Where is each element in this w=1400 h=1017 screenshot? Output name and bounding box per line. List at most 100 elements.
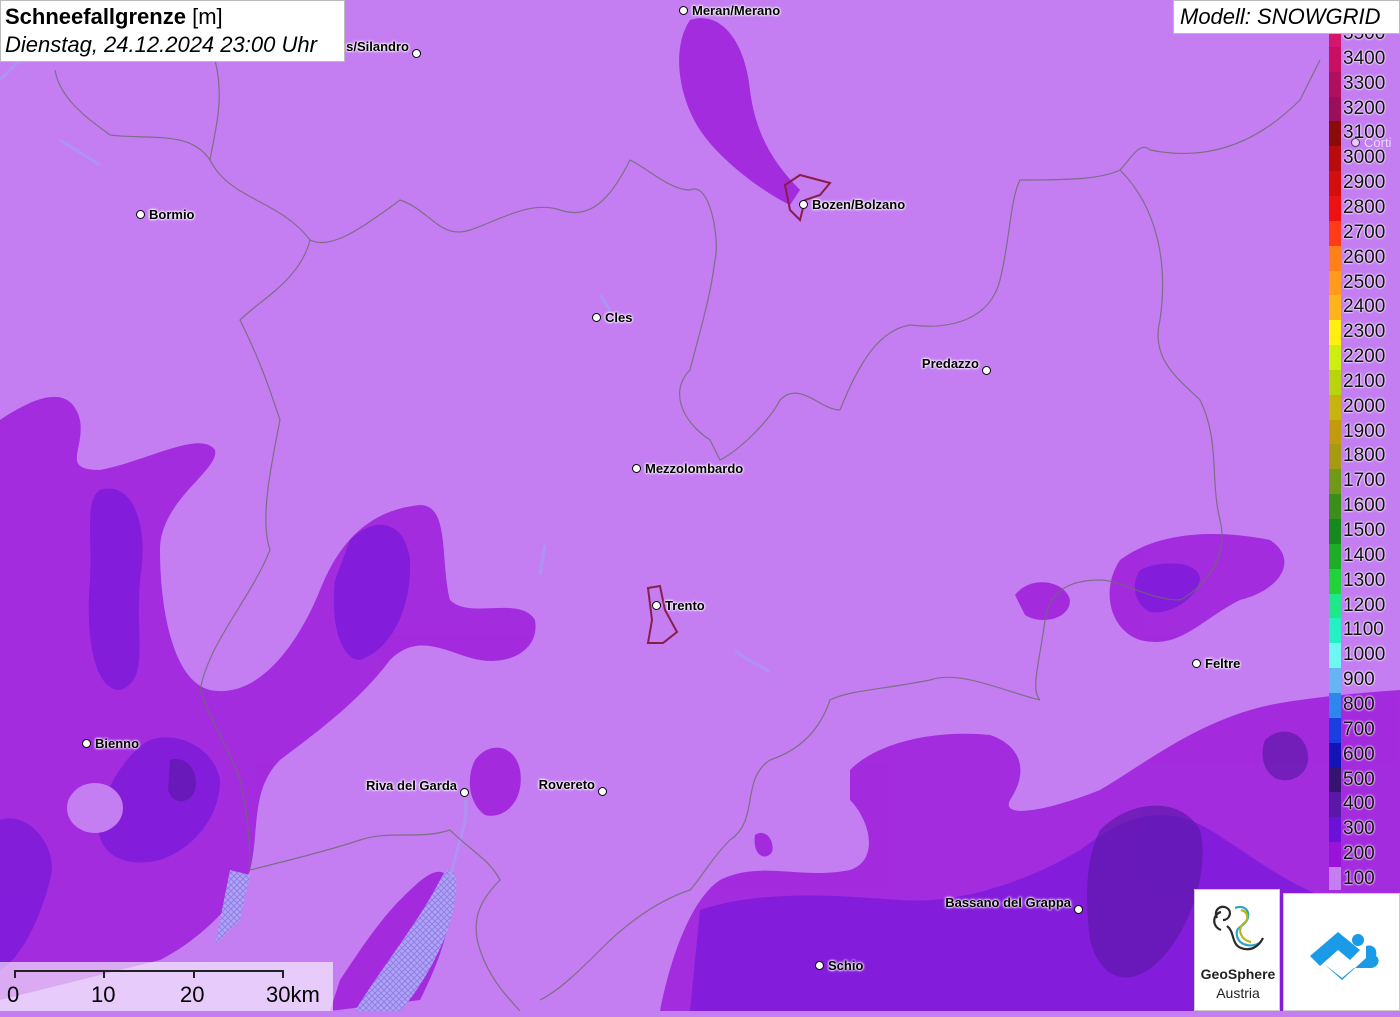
level-100-hole <box>67 783 123 833</box>
city-marker-dot[interactable] <box>799 200 808 209</box>
city-marker-dot[interactable] <box>1351 138 1360 147</box>
legend-swatch <box>1329 171 1341 197</box>
legend-swatch <box>1329 245 1341 271</box>
city-label[interactable]: Corti <box>1364 135 1391 150</box>
legend-swatch <box>1329 121 1341 147</box>
legend-swatch <box>1329 866 1341 890</box>
legend-swatch <box>1329 519 1341 544</box>
legend-label: 3500 <box>1343 34 1385 45</box>
legend-swatch <box>1329 568 1341 594</box>
legend-swatch <box>1329 394 1341 420</box>
city-marker-dot[interactable] <box>652 601 661 610</box>
legend-swatch <box>1329 668 1341 694</box>
legend-swatch <box>1329 146 1341 172</box>
legend-label: 2700 <box>1343 221 1386 243</box>
legend-item: 1900 <box>1329 419 1400 445</box>
legend-item: 2300 <box>1329 320 1400 346</box>
legend-item: 600 <box>1329 742 1400 768</box>
legend-swatch <box>1329 46 1341 72</box>
scale-tick <box>103 970 105 978</box>
legend-swatch <box>1329 494 1341 520</box>
city-label[interactable]: Meran/Merano <box>692 3 780 18</box>
city-label[interactable]: Schio <box>828 958 863 973</box>
city-label[interactable]: Trento <box>665 598 705 613</box>
city-label[interactable]: Riva del Garda <box>366 778 457 793</box>
legend-label: 3000 <box>1343 147 1386 169</box>
legend-item: 700 <box>1329 717 1400 743</box>
city-marker-dot[interactable] <box>815 961 824 970</box>
legend-swatch <box>1329 618 1341 644</box>
legend-swatch <box>1329 593 1341 619</box>
legend-label: 1100 <box>1343 619 1384 641</box>
city-label[interactable]: Feltre <box>1205 656 1240 671</box>
city-label[interactable]: Mezzolombardo <box>645 461 743 476</box>
scale-label-0: 0 <box>7 982 20 1007</box>
city-label[interactable]: s/Silandro <box>346 39 409 54</box>
city-label[interactable]: Bassano del Grappa <box>945 895 1071 910</box>
legend-label: 2100 <box>1343 370 1386 392</box>
legend-label: 800 <box>1343 693 1375 715</box>
snowfall-map[interactable] <box>0 0 1400 1011</box>
legend-label: 300 <box>1343 818 1375 840</box>
legend-item: 2100 <box>1329 369 1400 395</box>
legend-item: 3000 <box>1329 146 1400 172</box>
city-marker-dot[interactable] <box>460 788 469 797</box>
city-label[interactable]: Rovereto <box>539 777 595 792</box>
city-label[interactable]: Bormio <box>149 207 195 222</box>
legend-label: 1400 <box>1343 544 1386 566</box>
legend-label: 2500 <box>1343 271 1386 293</box>
scale-tick <box>14 970 16 978</box>
geosphere-logo[interactable]: GeoSphere Austria <box>1194 889 1280 1011</box>
scale-line <box>14 970 284 972</box>
legend-label: 3300 <box>1343 72 1386 94</box>
legend-swatch <box>1329 817 1341 843</box>
legend-swatch <box>1329 792 1341 818</box>
legend-swatch <box>1329 543 1341 569</box>
legend-label: 500 <box>1343 768 1375 790</box>
legend-item: 1600 <box>1329 494 1400 520</box>
legend-label: 2000 <box>1343 395 1386 417</box>
legend-label: 2800 <box>1343 196 1386 218</box>
legend-label: 1300 <box>1343 569 1386 591</box>
legend-item: 100 <box>1329 866 1400 890</box>
legend-swatch <box>1329 71 1341 97</box>
city-marker-dot[interactable] <box>598 787 607 796</box>
scale-label-30km: 30km <box>266 982 320 1007</box>
legend-item: 200 <box>1329 842 1400 868</box>
legend-label: 200 <box>1343 843 1375 865</box>
legend-label: 600 <box>1343 743 1375 765</box>
legend-swatch <box>1329 34 1341 47</box>
legend-swatch <box>1329 270 1341 296</box>
city-marker-dot[interactable] <box>136 210 145 219</box>
legend-label: 1200 <box>1343 594 1386 616</box>
legend-label: 2600 <box>1343 246 1386 268</box>
city-label[interactable]: Bienno <box>95 736 139 751</box>
geosphere-name: GeoSphere <box>1200 966 1276 982</box>
legend-item: 2400 <box>1329 295 1400 321</box>
city-label[interactable]: Cles <box>605 310 632 325</box>
city-marker-dot[interactable] <box>632 464 641 473</box>
city-marker-dot[interactable] <box>82 739 91 748</box>
city-marker-dot[interactable] <box>982 366 991 375</box>
city-marker-dot[interactable] <box>1192 659 1201 668</box>
city-label[interactable]: Predazzo <box>922 356 979 371</box>
legend-item: 400 <box>1329 792 1400 818</box>
city-marker-dot[interactable] <box>592 313 601 322</box>
page-title: Schneefallgrenze [m] <box>5 4 223 29</box>
city-marker-dot[interactable] <box>1074 905 1083 914</box>
legend-label: 1700 <box>1343 470 1386 492</box>
city-label[interactable]: Bozen/Bolzano <box>812 197 905 212</box>
legend-item: 3200 <box>1329 96 1400 122</box>
city-marker-dot[interactable] <box>412 49 421 58</box>
legend-item: 1100 <box>1329 618 1400 644</box>
title-box: Schneefallgrenze [m] Dienstag, 24.12.202… <box>0 0 345 62</box>
color-legend: 3500340033003200310030002900280027002600… <box>1329 34 1400 890</box>
legend-label: 3400 <box>1343 47 1386 69</box>
legend-item: 3300 <box>1329 71 1400 97</box>
legend-label: 100 <box>1343 867 1375 889</box>
legend-swatch <box>1329 369 1341 395</box>
legend-label: 3200 <box>1343 97 1386 119</box>
app-logo[interactable] <box>1283 893 1400 1011</box>
city-marker-dot[interactable] <box>679 6 688 15</box>
legend-swatch <box>1329 742 1341 768</box>
